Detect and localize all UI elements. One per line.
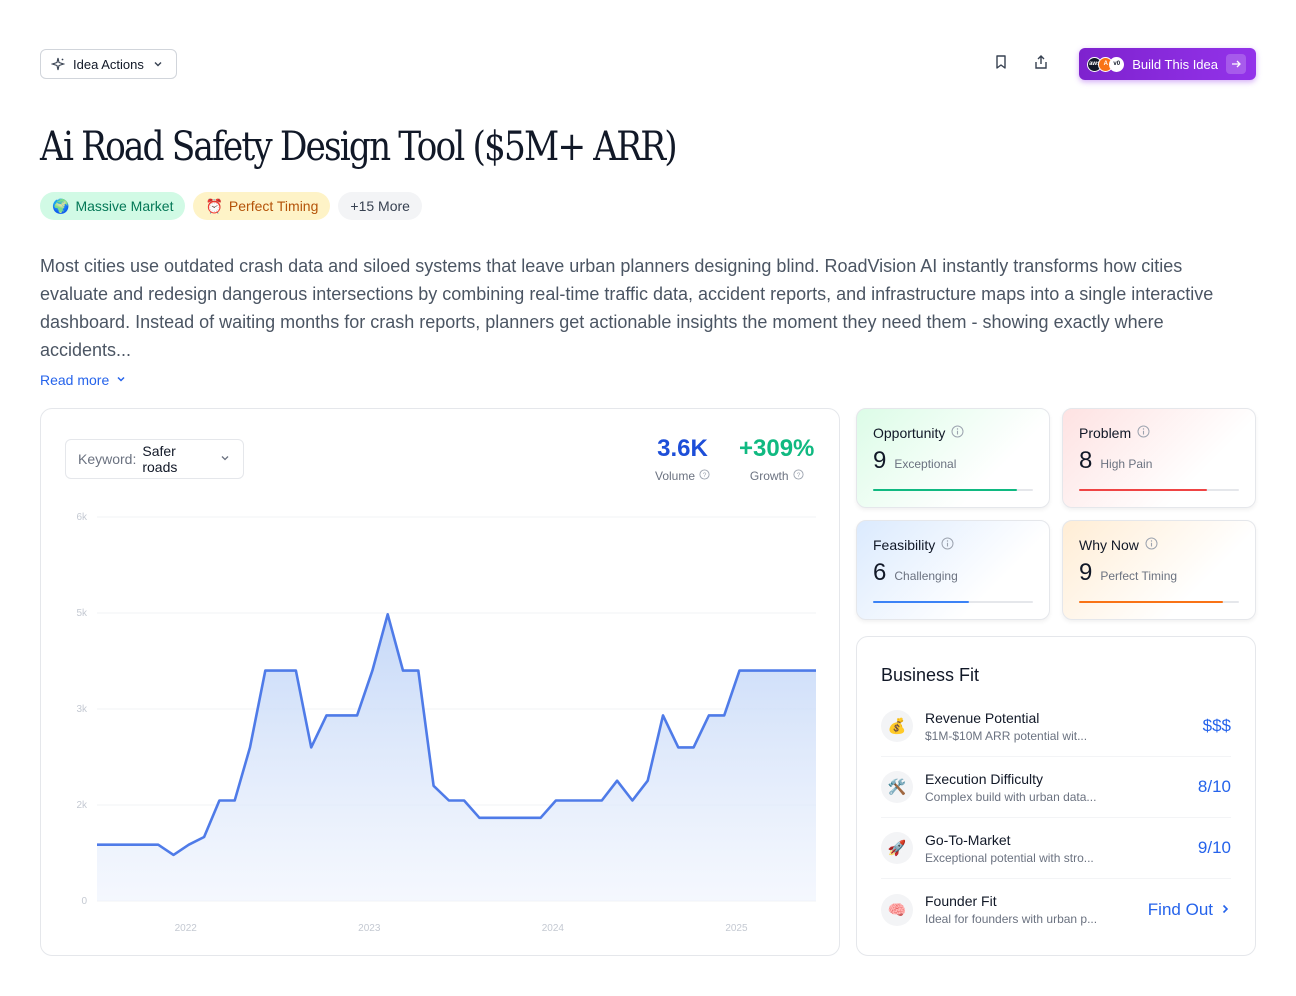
row-description: Ideal for founders with urban p... xyxy=(925,912,1098,926)
arrow-right-icon xyxy=(1226,54,1246,74)
area-fill xyxy=(97,614,816,901)
info-icon[interactable] xyxy=(951,425,964,441)
partner-logos: aws A v0 xyxy=(1087,56,1125,72)
find-out-label: Find Out xyxy=(1147,899,1213,919)
tag-label: Perfect Timing xyxy=(228,198,319,214)
bookmark-button[interactable] xyxy=(987,50,1015,78)
read-more-label: Read more xyxy=(40,372,110,388)
tag-massive-market[interactable]: 🌍 Massive Market xyxy=(40,192,186,220)
score-bar-fill xyxy=(873,601,969,603)
sparkle-icon xyxy=(51,57,65,71)
problem-score-card[interactable]: Problem 8 High Pain xyxy=(1062,408,1256,508)
v0-logo-icon: v0 xyxy=(1109,56,1125,72)
business-fit-row-gtm[interactable]: 🚀 Go-To-Market Exceptional potential wit… xyxy=(881,818,1231,879)
read-more-link[interactable]: Read more xyxy=(40,372,127,388)
score-value: 6 xyxy=(873,559,887,586)
score-bar-fill xyxy=(1079,489,1207,491)
chevron-down-icon xyxy=(152,58,164,70)
y-tick-label: 5k xyxy=(76,608,88,619)
share-icon xyxy=(1033,54,1049,75)
x-tick-label: 2024 xyxy=(542,923,565,934)
bookmark-icon xyxy=(993,54,1009,75)
opportunity-score-card[interactable]: Opportunity 9 Exceptional xyxy=(856,408,1050,508)
score-bar xyxy=(873,601,1033,603)
row-value: 8/10 xyxy=(1197,777,1231,796)
tag-label: Massive Market xyxy=(75,198,174,214)
score-bar xyxy=(1079,489,1239,491)
score-label: Why Now xyxy=(1079,537,1139,553)
score-bar xyxy=(1079,601,1239,603)
globe-icon: 🌍 xyxy=(52,197,70,214)
tools-icon: 🛠️ xyxy=(881,771,913,803)
row-name: Go-To-Market xyxy=(925,831,1011,848)
y-tick-label: 3k xyxy=(76,704,88,715)
x-tick-label: 2025 xyxy=(725,923,748,934)
score-value: 9 xyxy=(873,447,887,474)
find-out-link[interactable]: Find Out xyxy=(1148,900,1231,920)
row-name: Revenue Potential xyxy=(925,709,1040,726)
money-bag-icon: 💰 xyxy=(881,710,913,742)
build-button-label: Build This Idea xyxy=(1132,56,1218,72)
row-name: Founder Fit xyxy=(925,893,997,909)
idea-description: Most cities use outdated crash data and … xyxy=(40,256,1214,360)
row-value: $$$ xyxy=(1202,716,1231,735)
y-tick-label: 6k xyxy=(76,512,88,523)
brain-icon: 🧠 xyxy=(881,893,913,926)
build-this-idea-button[interactable]: aws A v0 Build This Idea xyxy=(1079,48,1256,80)
info-icon[interactable] xyxy=(1145,537,1158,553)
idea-actions-button[interactable]: Idea Actions xyxy=(40,49,177,79)
score-bar-fill xyxy=(1079,601,1223,603)
search-volume-chart: 0 2k 3k 5k 6k 2022 2023 2024 2025 xyxy=(76,512,816,934)
idea-actions-label: Idea Actions xyxy=(73,56,144,72)
score-value: 8 xyxy=(1079,447,1093,474)
row-description: Complex build with urban data... xyxy=(925,789,1097,804)
trend-chart-card: Keyword: Safer roads 3.6K Volume ? +309%… xyxy=(40,408,840,956)
feasibility-score-card[interactable]: Feasibility 6 Challenging xyxy=(856,520,1050,620)
score-text: Exceptional xyxy=(894,457,957,471)
business-fit-card: Business Fit 💰 Revenue Potential $1M-$10… xyxy=(856,636,1256,956)
x-tick-label: 2023 xyxy=(358,923,381,934)
row-value: 9/10 xyxy=(1197,838,1231,857)
business-fit-title: Business Fit xyxy=(881,665,980,685)
tag-label: +15 More xyxy=(350,198,410,214)
chevron-right-icon xyxy=(1219,900,1231,920)
tag-perfect-timing[interactable]: ⏰ Perfect Timing xyxy=(193,192,331,220)
business-fit-row-founder[interactable]: 🧠 Founder Fit Ideal for founders with ur… xyxy=(881,879,1231,940)
row-name: Execution Difficulty xyxy=(925,770,1044,787)
rocket-icon: 🚀 xyxy=(881,832,913,864)
share-button[interactable] xyxy=(1027,50,1055,78)
tag-more[interactable]: +15 More xyxy=(338,192,422,220)
info-icon[interactable] xyxy=(1137,425,1150,441)
alarm-clock-icon: ⏰ xyxy=(205,197,223,214)
page-title: Ai Road Safety Design Tool ($5M+ ARR) xyxy=(40,124,678,170)
score-label: Problem xyxy=(1079,425,1132,441)
chevron-down-icon xyxy=(115,372,127,388)
score-bar-fill xyxy=(873,489,1017,491)
business-fit-row-execution[interactable]: 🛠️ Execution Difficulty Complex build wi… xyxy=(881,757,1231,818)
score-bar xyxy=(873,489,1033,491)
info-icon[interactable] xyxy=(941,537,954,553)
y-tick-label: 0 xyxy=(81,896,87,907)
why-now-score-card[interactable]: Why Now 9 Perfect Timing xyxy=(1062,520,1256,620)
score-text: Challenging xyxy=(894,569,958,583)
x-tick-label: 2022 xyxy=(175,923,198,934)
row-description: Exceptional potential with stro... xyxy=(925,850,1094,865)
y-tick-label: 2k xyxy=(76,800,88,811)
business-fit-row-revenue[interactable]: 💰 Revenue Potential $1M-$10M ARR potenti… xyxy=(881,696,1231,757)
row-description: $1M-$10M ARR potential wit... xyxy=(925,728,1088,743)
score-text: Perfect Timing xyxy=(1100,569,1178,583)
score-label: Feasibility xyxy=(873,537,936,553)
score-text: High Pain xyxy=(1100,457,1153,471)
score-label: Opportunity xyxy=(873,425,946,441)
score-value: 9 xyxy=(1079,559,1093,586)
